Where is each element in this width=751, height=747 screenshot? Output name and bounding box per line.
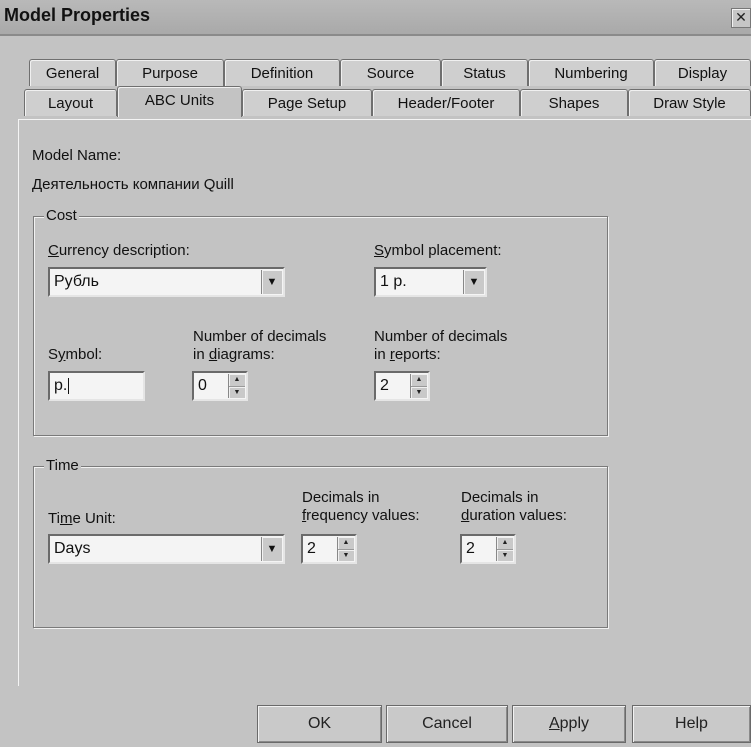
cancel-button[interactable]: Cancel [386, 705, 508, 743]
tab-abc-units[interactable]: ABC Units [117, 86, 242, 117]
spin-up-icon[interactable]: ▲ [338, 537, 354, 550]
help-button[interactable]: Help [632, 705, 751, 743]
currency-description-value: Рубль [54, 273, 99, 290]
symbol-placement-label: Symbol placement: [374, 242, 502, 259]
symbol-input[interactable]: p. [48, 371, 145, 401]
spin-buttons[interactable]: ▲ ▼ [228, 374, 245, 398]
symbol-placement-value: 1 р. [380, 273, 407, 290]
dialog-title: Model Properties [4, 5, 151, 25]
currency-description-label: Currency description: [48, 242, 190, 259]
spin-up-icon[interactable]: ▲ [229, 374, 245, 387]
tab-shapes[interactable]: Shapes [520, 89, 628, 116]
tab-definition[interactable]: Definition [224, 59, 340, 86]
report-decimals-label-line1: Number of decimals [374, 328, 508, 345]
dur-decimals-label-line2: duration values: [461, 507, 567, 524]
model-name-value: Деятельность компании Quill [32, 176, 234, 193]
dur-decimals-label-line1: Decimals in [461, 489, 539, 506]
close-button[interactable]: ✕ [731, 8, 751, 28]
time-unit-value: Days [54, 540, 91, 557]
spin-buttons[interactable]: ▲ ▼ [410, 374, 427, 398]
freq-decimals-stepper[interactable]: 2 ▲ ▼ [301, 534, 357, 564]
spin-down-icon[interactable]: ▼ [497, 550, 513, 562]
diagram-decimals-stepper[interactable]: 0 ▲ ▼ [192, 371, 248, 401]
tab-general[interactable]: General [29, 59, 116, 86]
spin-up-icon[interactable]: ▲ [411, 374, 427, 387]
tab-header-footer[interactable]: Header/Footer [372, 89, 520, 116]
symbol-label: Symbol: [48, 346, 103, 363]
dur-decimals-value: 2 [466, 540, 475, 557]
model-name-label: Model Name: [32, 147, 122, 164]
report-decimals-label-line2: in reports: [374, 346, 441, 363]
diagram-decimals-value: 0 [198, 377, 207, 394]
symbol-placement-dropdown[interactable]: 1 р. ▼ [374, 267, 487, 297]
model-properties-dialog: Model Properties ✕ General Purpose Defin… [0, 0, 751, 747]
spin-down-icon[interactable]: ▼ [411, 387, 427, 399]
diagram-decimals-label-line1: Number of decimals [193, 328, 327, 345]
ok-button[interactable]: OK [257, 705, 382, 743]
chevron-down-icon[interactable]: ▼ [463, 270, 484, 294]
chevron-down-icon[interactable]: ▼ [261, 270, 282, 294]
spin-down-icon[interactable]: ▼ [229, 387, 245, 399]
tab-source[interactable]: Source [340, 59, 441, 86]
spin-up-icon[interactable]: ▲ [497, 537, 513, 550]
spin-buttons[interactable]: ▲ ▼ [496, 537, 513, 561]
chevron-down-icon[interactable]: ▼ [261, 537, 282, 561]
tab-numbering[interactable]: Numbering [528, 59, 654, 86]
tab-page-setup[interactable]: Page Setup [242, 89, 372, 116]
spin-buttons[interactable]: ▲ ▼ [337, 537, 354, 561]
currency-description-dropdown[interactable]: Рубль ▼ [48, 267, 285, 297]
freq-decimals-label-line1: Decimals in [302, 489, 380, 506]
freq-decimals-label-line2: frequency values: [302, 507, 420, 524]
apply-button[interactable]: Apply [512, 705, 626, 743]
spin-down-icon[interactable]: ▼ [338, 550, 354, 562]
tab-layout[interactable]: Layout [24, 89, 117, 116]
dur-decimals-stepper[interactable]: 2 ▲ ▼ [460, 534, 516, 564]
tab-purpose[interactable]: Purpose [116, 59, 224, 86]
time-unit-label: Time Unit: [48, 510, 116, 527]
tab-draw-style[interactable]: Draw Style [628, 89, 751, 116]
report-decimals-value: 2 [380, 377, 389, 394]
time-group-title: Time [44, 457, 81, 475]
report-decimals-stepper[interactable]: 2 ▲ ▼ [374, 371, 430, 401]
tab-status[interactable]: Status [441, 59, 528, 86]
diagram-decimals-label-line2: in diagrams: [193, 346, 275, 363]
time-unit-dropdown[interactable]: Days ▼ [48, 534, 285, 564]
title-bar: Model Properties ✕ [0, 0, 751, 36]
cost-group-title: Cost [44, 207, 79, 225]
freq-decimals-value: 2 [307, 540, 316, 557]
tab-display[interactable]: Display [654, 59, 751, 86]
